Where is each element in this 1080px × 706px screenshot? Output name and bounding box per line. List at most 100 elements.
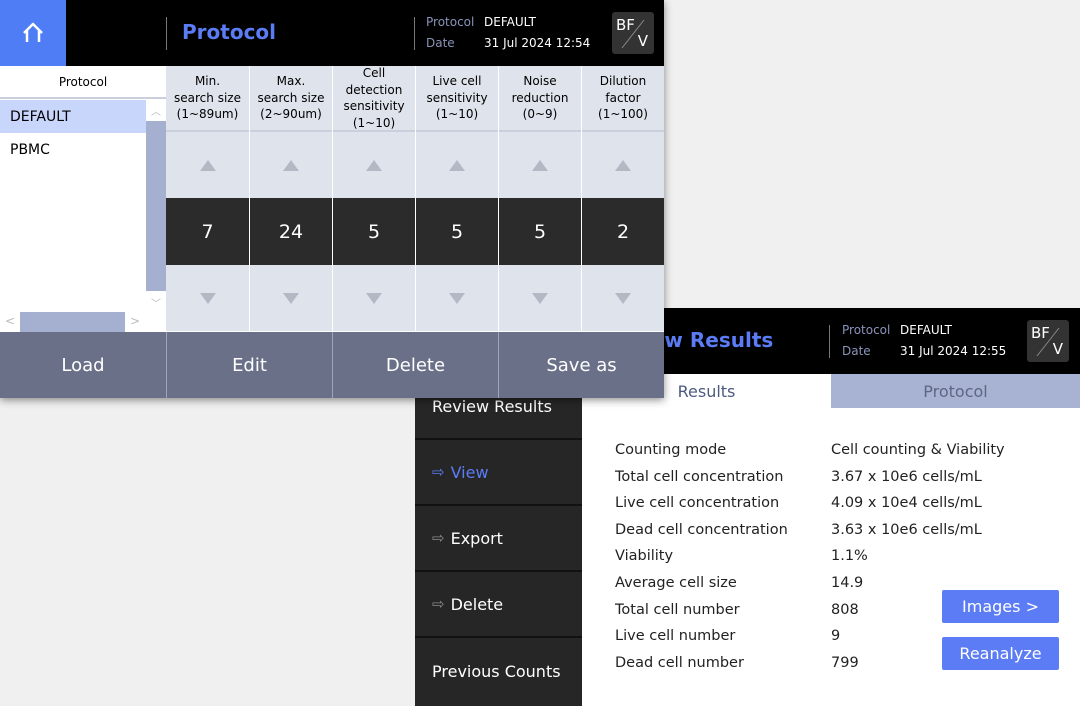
increment-button[interactable] [499, 132, 581, 198]
scroll-down-icon[interactable]: ﹀ [146, 295, 166, 310]
result-row: Live cell concentration 4.09 x 10e4 cells… [615, 495, 982, 512]
column-header: Dilution factor (1~100) [582, 66, 664, 132]
parameter-column: Cell detection sensitivity (1~10) 5 [332, 66, 415, 332]
result-value: 3.67 x 10e6 cells/mL [831, 468, 982, 485]
triangle-up-icon [199, 159, 216, 171]
result-label: Total cell number [615, 601, 740, 618]
scrollbar-thumb[interactable] [20, 312, 125, 332]
result-value: 14.9 [831, 575, 864, 591]
sidebar-item-view[interactable]: ⇨ View [415, 440, 582, 506]
result-value: 9 [831, 628, 841, 645]
sidebar-item-export[interactable]: ⇨ Export [415, 506, 582, 572]
result-row: Total cell concentration 3.67 x 10e6 cell… [615, 468, 982, 485]
result-value: 1.1% [831, 548, 868, 565]
home-icon [23, 22, 43, 42]
sidebar-item-previous-counts[interactable]: Previous Counts [415, 638, 582, 704]
result-row: Counting mode Cell counting & Viability [615, 442, 1005, 458]
decrement-button[interactable] [166, 265, 249, 331]
result-label: Dead cell concentration [615, 521, 788, 538]
parameter-value[interactable]: 2 [582, 198, 664, 265]
protocol-list-item-pbmc[interactable]: PBMC [0, 133, 146, 166]
horizontal-scrollbar[interactable]: < > [0, 312, 146, 332]
parameter-value[interactable]: 5 [416, 198, 498, 265]
column-header: Noise reduction (0~9) [499, 66, 581, 132]
bf-v-mode-button[interactable]: BF V [1027, 320, 1069, 362]
triangle-down-icon [449, 292, 465, 304]
scrollbar-thumb[interactable] [146, 121, 166, 291]
result-value: 808 [831, 601, 859, 618]
protocol-list-header: Protocol [0, 66, 166, 99]
triangle-up-icon [283, 159, 299, 171]
reanalyze-button[interactable]: Reanalyze [942, 637, 1059, 670]
result-row: Average cell size 14.9 [615, 575, 863, 591]
triangle-up-icon [532, 159, 548, 171]
protocol-window: Protocol Protocol DEFAULT Date 31 Jul 2024… [0, 0, 664, 398]
arrow-right-icon: ⇨ [432, 463, 445, 481]
result-label: Viability [615, 548, 674, 565]
result-label: Total cell concentration [615, 468, 784, 485]
arrow-right-icon: ⇨ [432, 529, 445, 547]
result-label: Average cell size [615, 575, 737, 591]
scroll-left-icon[interactable]: < [5, 314, 15, 328]
tab-protocol[interactable]: Protocol [831, 374, 1080, 408]
edit-button[interactable]: Edit [166, 332, 332, 398]
protocol-list-item-default[interactable]: DEFAULT [0, 100, 146, 133]
column-header: Cell detection sensitivity (1~10) [333, 66, 415, 132]
parameter-column: Noise reduction (0~9) 5 [498, 66, 581, 332]
decrement-button[interactable] [582, 265, 664, 331]
triangle-up-icon [366, 159, 382, 171]
result-label: Live cell concentration [615, 495, 780, 512]
divider [829, 325, 830, 358]
arrow-right-icon: ⇨ [432, 595, 445, 613]
vertical-scrollbar[interactable]: ︿ ﹀ [146, 100, 166, 312]
home-button[interactable] [0, 0, 66, 66]
triangle-down-icon [366, 292, 382, 304]
column-header: Live cell sensitivity (1~10) [416, 66, 498, 132]
images-button[interactable]: Images > [942, 590, 1059, 623]
parameter-value[interactable]: 7 [166, 198, 249, 265]
page-title: Protocol [182, 20, 277, 44]
sidebar-item-delete[interactable]: ⇨ Delete [415, 572, 582, 638]
date-info: Date 31 Jul 2024 12:55 [842, 344, 1007, 358]
decrement-button[interactable] [416, 265, 498, 331]
triangle-down-icon [532, 292, 548, 304]
scroll-right-icon[interactable]: > [130, 314, 140, 328]
decrement-button[interactable] [333, 265, 415, 331]
result-label: Counting mode [615, 442, 727, 458]
parameter-column: Max. search size (2~90um) 24 [249, 66, 332, 332]
protocol-info: Protocol DEFAULT [842, 323, 952, 337]
parameter-column: Min. search size (1~89um) 7 [166, 66, 249, 332]
result-label: Live cell number [615, 628, 736, 645]
save-as-button[interactable]: Save as [498, 332, 664, 398]
triangle-up-icon [615, 159, 631, 171]
triangle-down-icon [615, 292, 631, 304]
parameter-value[interactable]: 5 [499, 198, 581, 265]
parameter-column: Live cell sensitivity (1~10) 5 [415, 66, 498, 332]
parameter-value[interactable]: 5 [333, 198, 415, 265]
increment-button[interactable] [166, 132, 249, 198]
parameter-value[interactable]: 24 [250, 198, 332, 265]
increment-button[interactable] [333, 132, 415, 198]
delete-button[interactable]: Delete [332, 332, 498, 398]
increment-button[interactable] [582, 132, 664, 198]
increment-button[interactable] [416, 132, 498, 198]
load-button[interactable]: Load [0, 332, 166, 398]
bf-v-mode-button[interactable]: BF V [612, 12, 654, 54]
divider [166, 17, 167, 50]
result-row: Viability 1.1% [615, 548, 868, 565]
increment-button[interactable] [250, 132, 332, 198]
result-row: Live cell number 9 [615, 628, 840, 645]
triangle-up-icon [449, 159, 465, 171]
result-value: 799 [831, 654, 859, 671]
parameter-column: Dilution factor (1~100) 2 [581, 66, 664, 332]
scroll-up-icon[interactable]: ︿ [146, 103, 166, 118]
divider [414, 17, 415, 50]
result-label: Dead cell number [615, 654, 744, 671]
decrement-button[interactable] [250, 265, 332, 331]
triangle-down-icon [283, 292, 299, 304]
sidebar: Review Results ⇨ View ⇨ Export ⇨ Delete Pre… [415, 374, 582, 706]
decrement-button[interactable] [499, 265, 581, 331]
date-info: Date 31 Jul 2024 12:54 [426, 36, 591, 50]
triangle-down-icon [199, 292, 216, 304]
column-header: Max. search size (2~90um) [250, 66, 332, 132]
